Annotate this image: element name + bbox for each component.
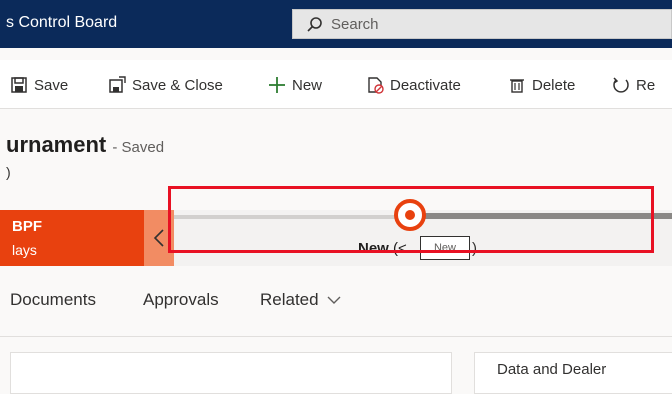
save-icon [11,77,27,93]
bpf-stage-paren-right: ) [472,240,477,257]
deactivate-label: Deactivate [390,76,461,94]
record-title: urnament - Saved [6,132,164,158]
save-close-icon [109,76,126,93]
save-status: - Saved [112,139,165,156]
delete-label: Delete [532,76,576,94]
command-bar-divider [0,108,672,109]
form-section-card [10,352,452,394]
record-subtitle: ) [6,164,11,180]
plus-icon [269,77,285,93]
record-title-text: urnament [6,132,107,157]
bpf-stage-label[interactable]: New (< [358,240,407,257]
bpf-stage-flyout[interactable]: BPF lays [0,210,144,266]
business-process-flow: BPF lays New (< New ) [0,199,672,266]
top-app-bar: s Control Board Search [0,0,672,48]
bpf-duration: lays [12,242,37,258]
bpf-active-stage-node-icon[interactable] [393,198,427,232]
save-close-button[interactable]: Save & Close [108,73,223,97]
save-label: Save [34,76,69,94]
tab-documents-label: Documents [10,290,96,309]
trash-icon [510,79,524,93]
deactivate-button[interactable]: Deactivate [366,73,461,97]
bpf-track-active [410,213,672,219]
tab-related[interactable]: Related [260,290,341,310]
bpf-stage-paren-left: (< [393,240,407,257]
delete-button[interactable]: Delete [508,73,575,97]
bpf-previous-button[interactable] [144,210,174,266]
tab-approvals[interactable]: Approvals [143,290,219,310]
related-section-card: Data and Dealer [474,352,672,394]
refresh-button[interactable]: Re [612,73,655,97]
search-input[interactable]: Search [292,9,672,39]
command-bar: Save Save & Close New Deactivate Delete … [0,60,672,108]
deactivate-icon [368,77,384,94]
form-tabs: Documents Approvals Related [0,282,672,322]
tabs-divider [0,336,672,337]
save-close-label: Save & Close [132,76,223,94]
search-icon [307,17,322,32]
tab-documents[interactable]: Documents [10,290,96,310]
new-button[interactable]: New [268,73,322,97]
refresh-icon [613,77,629,93]
bpf-name: BPF [12,218,42,235]
bpf-stage-tooltip: New [420,236,470,260]
search-placeholder: Search [331,16,379,33]
tab-approvals-label: Approvals [143,290,219,309]
new-label: New [292,76,323,94]
chevron-down-icon [327,296,341,304]
save-button[interactable]: Save [10,73,68,97]
chevron-left-icon [153,229,164,247]
related-section-title: Data and Dealer [497,361,607,378]
app-title: s Control Board [6,14,118,31]
refresh-label: Re [636,76,656,94]
tab-related-label: Related [260,290,319,309]
bpf-stage-name: New [358,240,389,257]
